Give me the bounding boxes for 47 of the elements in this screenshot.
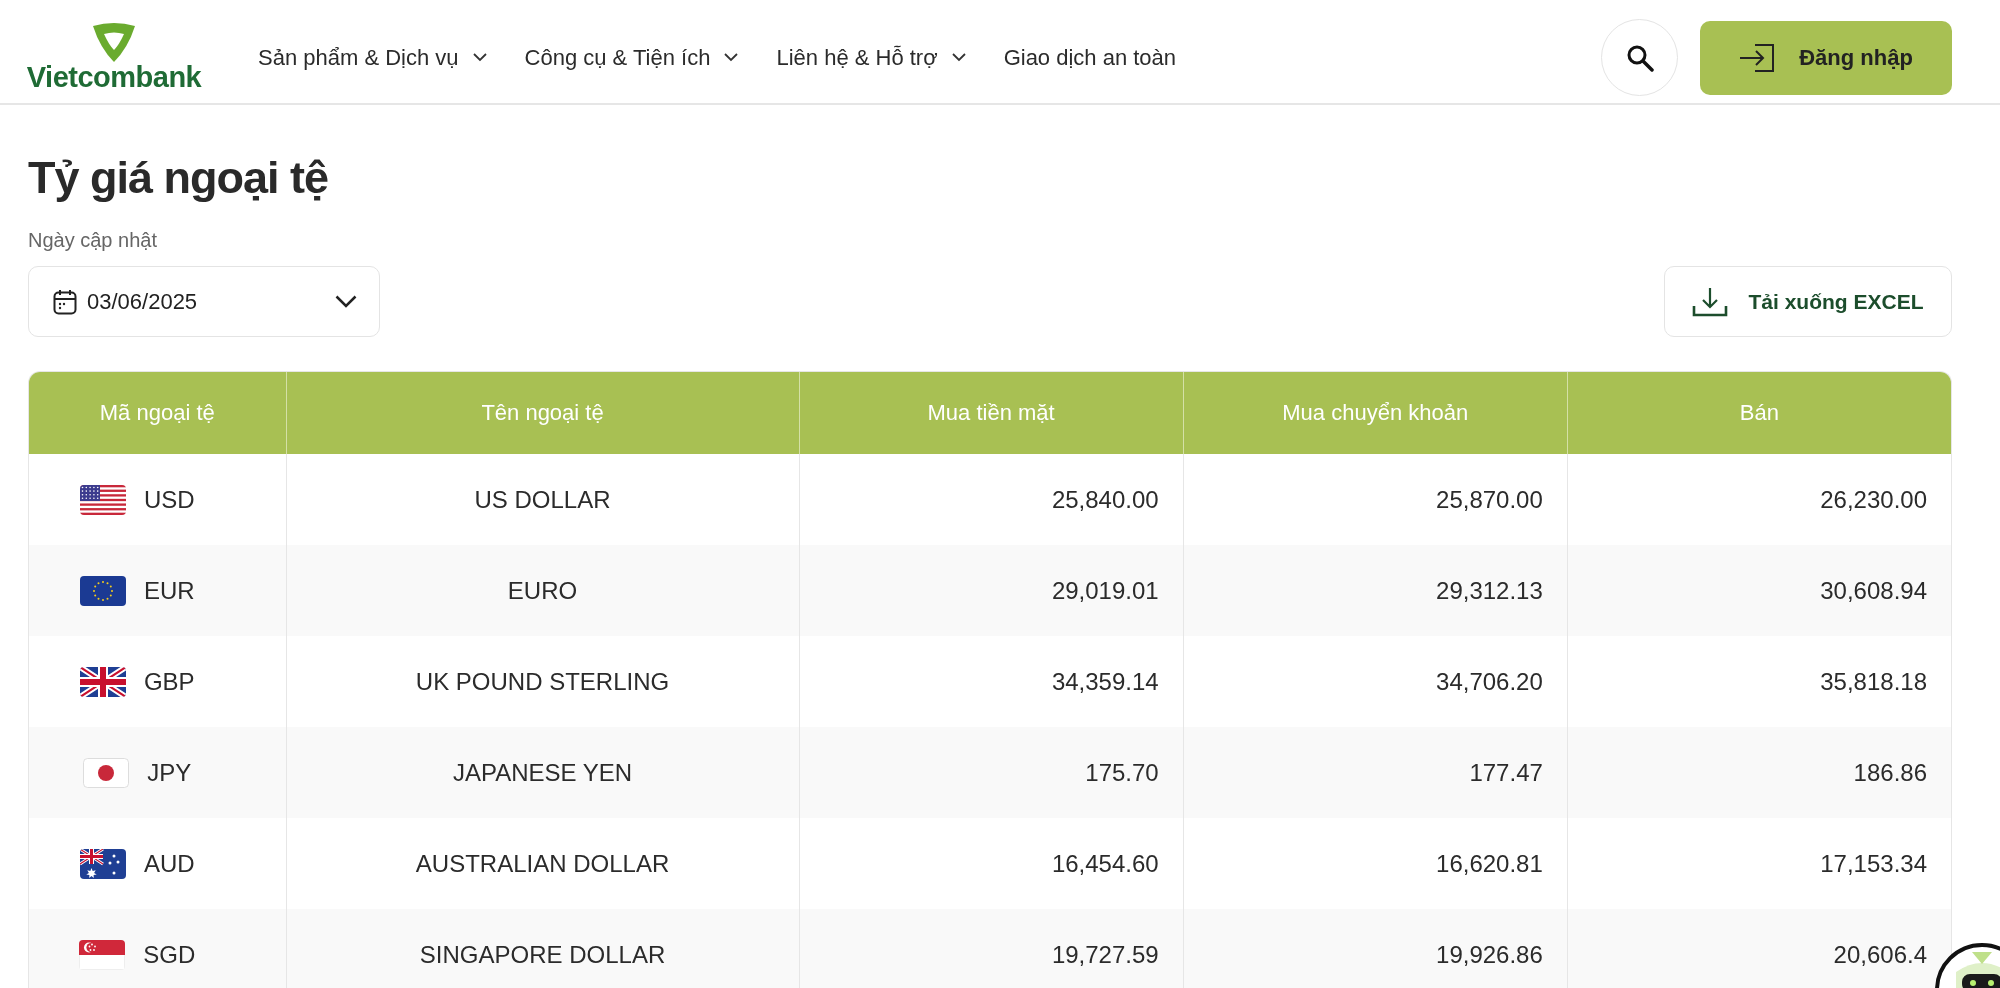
table-cell: EURO bbox=[285, 545, 799, 636]
currency-code: EUR bbox=[143, 576, 195, 605]
search-icon bbox=[1625, 43, 1654, 72]
table-cell: 175.70 bbox=[798, 727, 1183, 818]
column-header: Bán bbox=[1566, 372, 1951, 454]
flag-icon bbox=[79, 575, 126, 606]
table-cell: 29,312.13 bbox=[1182, 545, 1567, 636]
table-cell: SINGAPORE DOLLAR bbox=[285, 909, 799, 988]
table-cell: 177.47 bbox=[1182, 727, 1567, 818]
download-icon bbox=[1692, 285, 1729, 318]
flag-icon bbox=[79, 848, 126, 879]
chevron-down-icon bbox=[724, 53, 739, 62]
column-header: Mua tiền mặt bbox=[798, 372, 1183, 454]
column-header: Mã ngoại tệ bbox=[29, 372, 286, 454]
nav-menu-item[interactable]: Giao dịch an toàn bbox=[1003, 44, 1177, 71]
column-header: Mua chuyển khoản bbox=[1182, 372, 1567, 454]
table-cell: 29,019.01 bbox=[798, 545, 1183, 636]
table-cell: 19,926.86 bbox=[1182, 909, 1567, 988]
download-excel-button[interactable]: Tải xuống EXCEL bbox=[1664, 266, 1952, 337]
nav-menu-item[interactable]: Liên hệ & Hỗ trợ bbox=[776, 44, 966, 71]
nav-menu-item[interactable]: Công cụ & Tiện ích bbox=[524, 44, 739, 71]
table-cell: 20,606.4 bbox=[1566, 909, 1951, 988]
login-button[interactable]: Đăng nhập bbox=[1700, 20, 1952, 95]
flag-icon bbox=[83, 757, 130, 788]
flag-icon bbox=[79, 484, 126, 515]
flag-icon bbox=[79, 666, 126, 697]
chevron-down-icon bbox=[335, 295, 357, 308]
column-header: Tên ngoại tệ bbox=[285, 372, 799, 454]
page-title: Tỷ giá ngoại tệ bbox=[28, 151, 329, 205]
calendar-icon bbox=[53, 288, 77, 315]
nav-menu-item[interactable]: Sản phẩm & Dịch vụ bbox=[258, 44, 487, 71]
date-label: Ngày cập nhật bbox=[28, 229, 157, 252]
shield-logo-icon bbox=[90, 23, 138, 63]
table-cell: JAPANESE YEN bbox=[285, 727, 799, 818]
currency-code: AUD bbox=[143, 849, 195, 878]
currency-code: SGD bbox=[143, 940, 196, 969]
flag-icon bbox=[79, 939, 126, 970]
table-cell: 19,727.59 bbox=[798, 909, 1183, 988]
currency-code: USD bbox=[143, 485, 195, 514]
currency-code: JPY bbox=[147, 758, 192, 787]
currency-code: GBP bbox=[143, 667, 195, 696]
chevron-down-icon bbox=[951, 53, 966, 62]
chevron-down-icon bbox=[472, 53, 487, 62]
table-cell: 186.86 bbox=[1566, 727, 1951, 818]
logo-text[interactable]: Vietcombank bbox=[26, 63, 202, 92]
date-select[interactable]: 03/06/2025 bbox=[28, 266, 380, 337]
table-cell: 30,608.94 bbox=[1566, 545, 1951, 636]
